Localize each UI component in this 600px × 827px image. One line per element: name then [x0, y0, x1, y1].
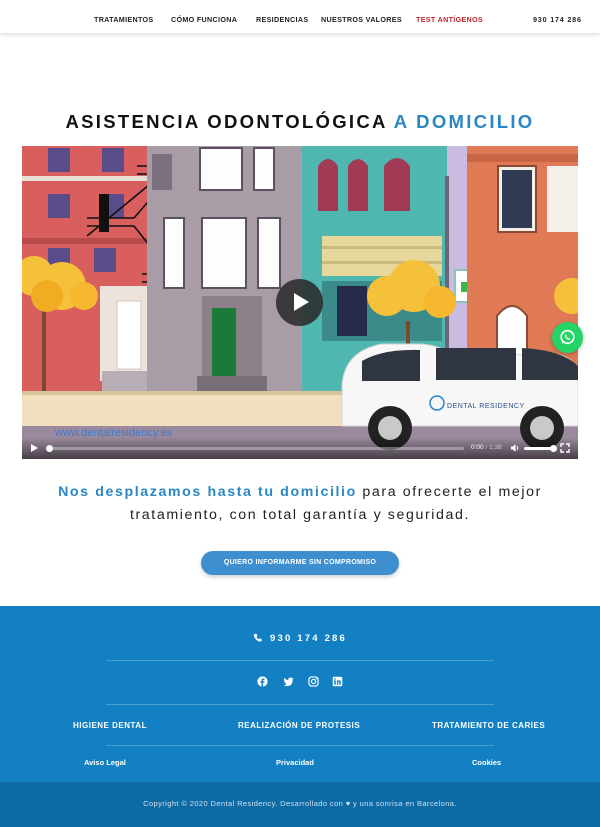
lead-line-1-rest: para ofrecerte el mejor: [356, 484, 542, 500]
linkedin-icon[interactable]: [332, 676, 343, 687]
title-main: ASISTENCIA ODONTOLÓGICA: [65, 111, 394, 132]
video-progress-bar[interactable]: [46, 445, 464, 452]
facebook-icon[interactable]: [257, 676, 268, 687]
title-accent: A DOMICILIO: [393, 111, 535, 132]
lead-highlight: Nos desplazamos hasta tu domicilio: [58, 484, 357, 500]
lead-line-2: tratamiento, con total garantía y seguri…: [129, 507, 471, 523]
whatsapp-icon: [560, 329, 575, 345]
footer-service-higiene[interactable]: HIGIENE DENTAL: [73, 721, 147, 730]
progress-knob[interactable]: [46, 445, 53, 452]
footer-service-caries[interactable]: TRATAMIENTO DE CARIES: [432, 721, 545, 730]
current-time: 0:00: [471, 444, 484, 451]
footer-phone-number: 930 174 286: [269, 633, 348, 644]
phone-icon: [253, 633, 262, 642]
footer-divider: [106, 745, 494, 746]
nav-phone-number[interactable]: 930 174 286: [533, 15, 582, 24]
twitter-icon[interactable]: [283, 676, 294, 687]
copyright-text: Copyright © 2020 Dental Residency. Desar…: [143, 799, 457, 808]
footer-aviso-legal[interactable]: Aviso Legal: [84, 758, 126, 767]
nav-nuestros-valores[interactable]: NUESTROS VALORES: [321, 15, 402, 24]
copyright-bar: Copyright © 2020 Dental Residency. Desar…: [0, 782, 600, 827]
nav-como-funciona[interactable]: CÓMO FUNCIONA: [171, 15, 237, 24]
nav-test-antigenos[interactable]: TEST ANTÍGENOS: [416, 15, 483, 24]
fullscreen-icon[interactable]: [560, 443, 570, 453]
instagram-icon[interactable]: [308, 676, 319, 687]
video-controls: 0:00 / 1:38: [22, 437, 578, 459]
volume-knob[interactable]: [550, 445, 557, 452]
control-play-icon[interactable]: [31, 444, 38, 452]
duration-time: 1:38: [489, 444, 502, 451]
cta-button[interactable]: QUIERO INFORMARME SIN COMPROMISO: [201, 551, 399, 575]
volume-icon[interactable]: [510, 443, 520, 453]
footer-service-protesis[interactable]: REALIZACIÓN DE PROTESIS: [238, 721, 360, 730]
video-play-button[interactable]: [276, 279, 323, 326]
page-title: ASISTENCIA ODONTOLÓGICA A DOMICILIO: [0, 111, 600, 133]
svg-text:DENTAL RESIDENCY: DENTAL RESIDENCY: [447, 403, 525, 410]
nav-residencias[interactable]: RESIDENCIAS: [256, 15, 308, 24]
page: TRATAMIENTOS CÓMO FUNCIONA RESIDENCIAS N…: [0, 0, 600, 827]
lead-line-1: Nos desplazamos hasta tu domicilio para …: [0, 484, 600, 500]
footer-divider: [106, 704, 494, 705]
footer-phone[interactable]: 930 174 286: [0, 633, 600, 644]
footer: 930 174 286 HIGIENE DENTAL REALIZACIÓN D…: [0, 606, 600, 782]
footer-divider: [106, 660, 494, 661]
top-navigation: TRATAMIENTOS CÓMO FUNCIONA RESIDENCIAS N…: [0, 0, 600, 33]
footer-privacidad[interactable]: Privacidad: [276, 758, 314, 767]
nav-tratamientos[interactable]: TRATAMIENTOS: [94, 15, 154, 24]
whatsapp-button[interactable]: [552, 322, 583, 353]
video-player[interactable]: DENTAL RESIDENCY www.dentalresidency.es …: [22, 146, 578, 459]
footer-cookies[interactable]: Cookies: [472, 758, 501, 767]
video-time: 0:00 / 1:38: [471, 444, 502, 451]
volume-slider[interactable]: [524, 445, 557, 452]
